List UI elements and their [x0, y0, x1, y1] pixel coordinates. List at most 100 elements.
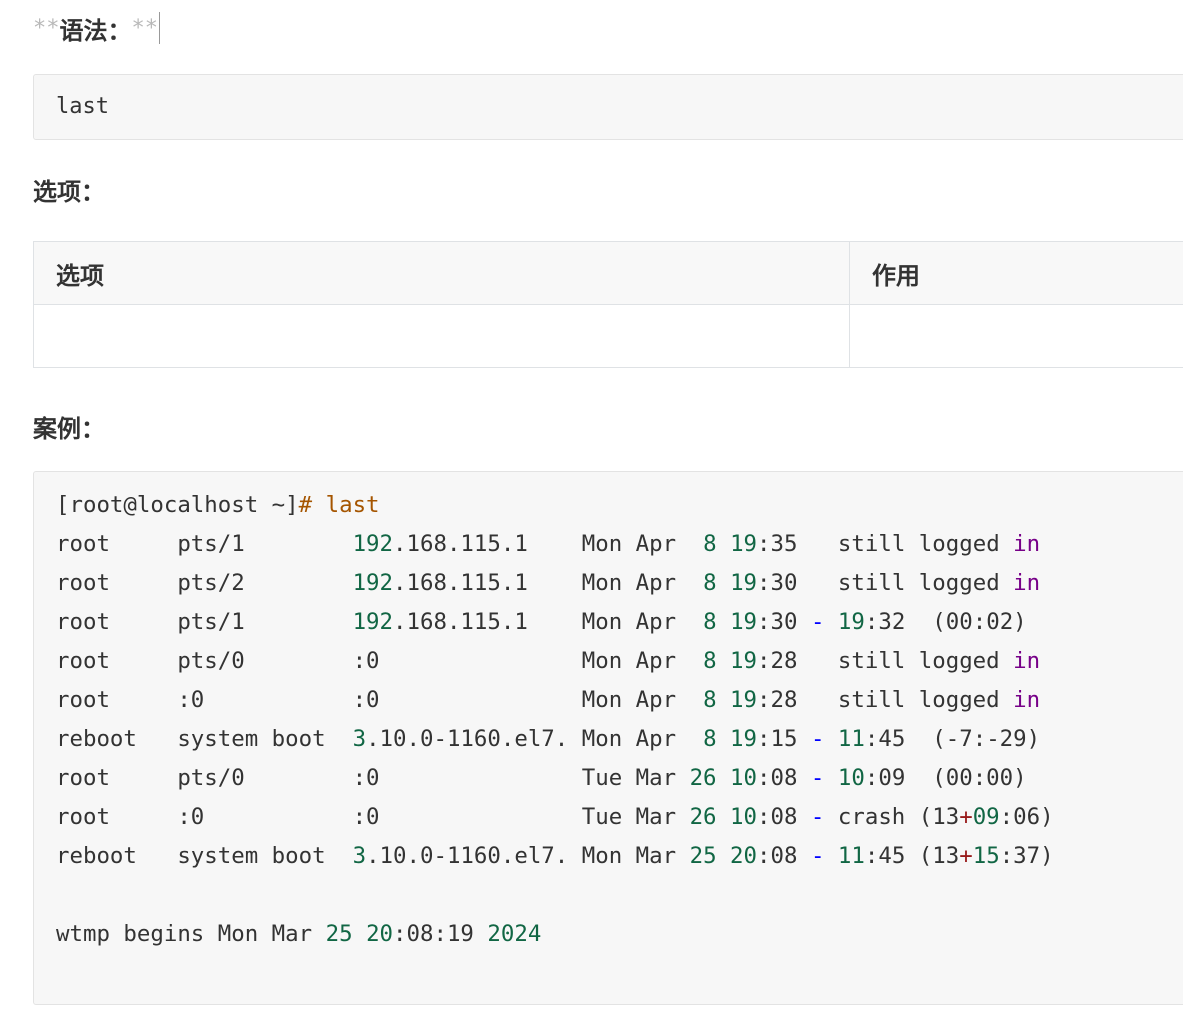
code-token: .10.0-1160.el7. Mon Apr	[366, 726, 704, 752]
options-heading: 选项：	[33, 178, 105, 206]
code-token: 20	[366, 921, 394, 947]
code-token: 8	[703, 570, 717, 596]
markdown-bold-close-marker: **	[131, 15, 159, 41]
code-token: 192	[352, 531, 394, 557]
code-token: 19	[730, 609, 758, 635]
code-token: reboot system boot	[56, 843, 353, 869]
code-token: :08	[757, 843, 811, 869]
code-token: wtmp begins Mon Mar	[56, 921, 326, 947]
code-token: 15	[972, 843, 1000, 869]
code-token: root :0 :0 Tue Mar	[56, 804, 690, 830]
code-token: 26	[689, 765, 717, 791]
code-token: 10	[730, 765, 757, 791]
example-heading: 案例：	[33, 415, 105, 443]
table-header-row: 选项 作用	[33, 241, 1183, 305]
code-token: 192	[352, 570, 394, 596]
code-token: .10.0-1160.el7. Mon Mar	[366, 843, 690, 869]
example-code-block[interactable]: [root@localhost ~]# last root pts/1 192.1…	[33, 471, 1183, 1005]
syntax-code-text: last	[56, 94, 109, 119]
code-token: crash (13	[824, 804, 960, 830]
code-line: reboot system boot 3.10.0-1160.el7. Mon …	[56, 837, 1183, 876]
code-token: 8	[703, 531, 717, 557]
code-token: 25	[325, 921, 353, 947]
code-line: root pts/0 :0 Tue Mar 26 10:08 - 10:09 (…	[56, 759, 1183, 798]
code-token: 8	[703, 609, 717, 635]
code-token: 19	[730, 648, 757, 674]
code-line: root pts/0 :0 Mon Apr 8 19:28 still logg…	[56, 642, 1183, 681]
code-token: -	[810, 609, 825, 635]
code-line: root pts/2 192.168.115.1 Mon Apr 8 19:30…	[56, 564, 1183, 603]
code-token: +	[959, 843, 973, 869]
code-token: :32 (00:02)	[864, 609, 1027, 635]
code-line: root pts/1 192.168.115.1 Mon Apr 8 19:35…	[56, 525, 1183, 564]
code-token: :08	[757, 765, 811, 791]
syntax-heading-text: 语法：	[59, 16, 132, 45]
code-token: 10	[837, 765, 865, 791]
table-cell-option[interactable]	[33, 304, 850, 368]
code-token: 11	[837, 843, 865, 869]
code-line: root pts/1 192.168.115.1 Mon Apr 8 19:30…	[56, 603, 1183, 642]
code-token: -	[810, 843, 825, 869]
code-line: root :0 :0 Mon Apr 8 19:28 still logged …	[56, 681, 1183, 720]
code-token: root pts/1	[56, 531, 353, 557]
code-token: root :0 :0 Mon Apr	[56, 687, 704, 713]
table-header-option[interactable]: 选项	[33, 241, 850, 305]
code-token: 09	[972, 804, 1000, 830]
code-token: 3	[352, 726, 367, 752]
code-token: .168.115.1 Mon Apr	[393, 531, 704, 557]
code-token: root pts/0 :0 Mon Apr	[56, 648, 704, 674]
table-header-effect[interactable]: 作用	[849, 241, 1183, 305]
code-token: :08	[757, 804, 811, 830]
table-cell-effect[interactable]	[849, 304, 1183, 368]
code-token: 19	[730, 531, 758, 557]
code-token: -	[810, 804, 825, 830]
code-token: :15	[757, 726, 811, 752]
code-token: # last	[298, 492, 380, 518]
code-token: .168.115.1 Mon Apr	[393, 570, 704, 596]
code-token: 25	[689, 843, 717, 869]
code-token: :45 (-7:-29)	[864, 726, 1041, 752]
code-token: root pts/2	[56, 570, 353, 596]
code-token: .168.115.1 Mon Apr	[393, 609, 704, 635]
code-token: reboot system boot	[56, 726, 353, 752]
code-line: wtmp begins Mon Mar 25 20:08:19 2024	[56, 915, 1183, 954]
code-token: :06)	[999, 804, 1054, 830]
code-token: in	[1013, 570, 1041, 596]
code-token: :35 still logged	[757, 531, 1014, 557]
code-line: reboot system boot 3.10.0-1160.el7. Mon …	[56, 720, 1183, 759]
code-token: +	[959, 804, 973, 830]
code-token: :37)	[999, 843, 1054, 869]
code-token: 8	[703, 687, 717, 713]
syntax-code-block[interactable]: last	[33, 74, 1183, 140]
code-token: 19	[837, 609, 865, 635]
code-token: 19	[730, 570, 758, 596]
options-table: 选项 作用	[33, 241, 1183, 368]
code-token: 11	[837, 726, 865, 752]
text-cursor	[159, 12, 160, 44]
code-token: :09 (00:00)	[864, 765, 1027, 791]
syntax-heading[interactable]: ** 语法： **	[33, 8, 160, 48]
code-token: in	[1013, 648, 1041, 674]
code-token: [root@localhost ~]	[56, 492, 299, 518]
code-token: -	[810, 765, 825, 791]
code-token: :28 still logged	[757, 687, 1014, 713]
table-row	[33, 304, 1183, 368]
code-token: 3	[352, 843, 367, 869]
code-token: :30 still logged	[757, 570, 1014, 596]
code-token: :45 (13	[864, 843, 960, 869]
